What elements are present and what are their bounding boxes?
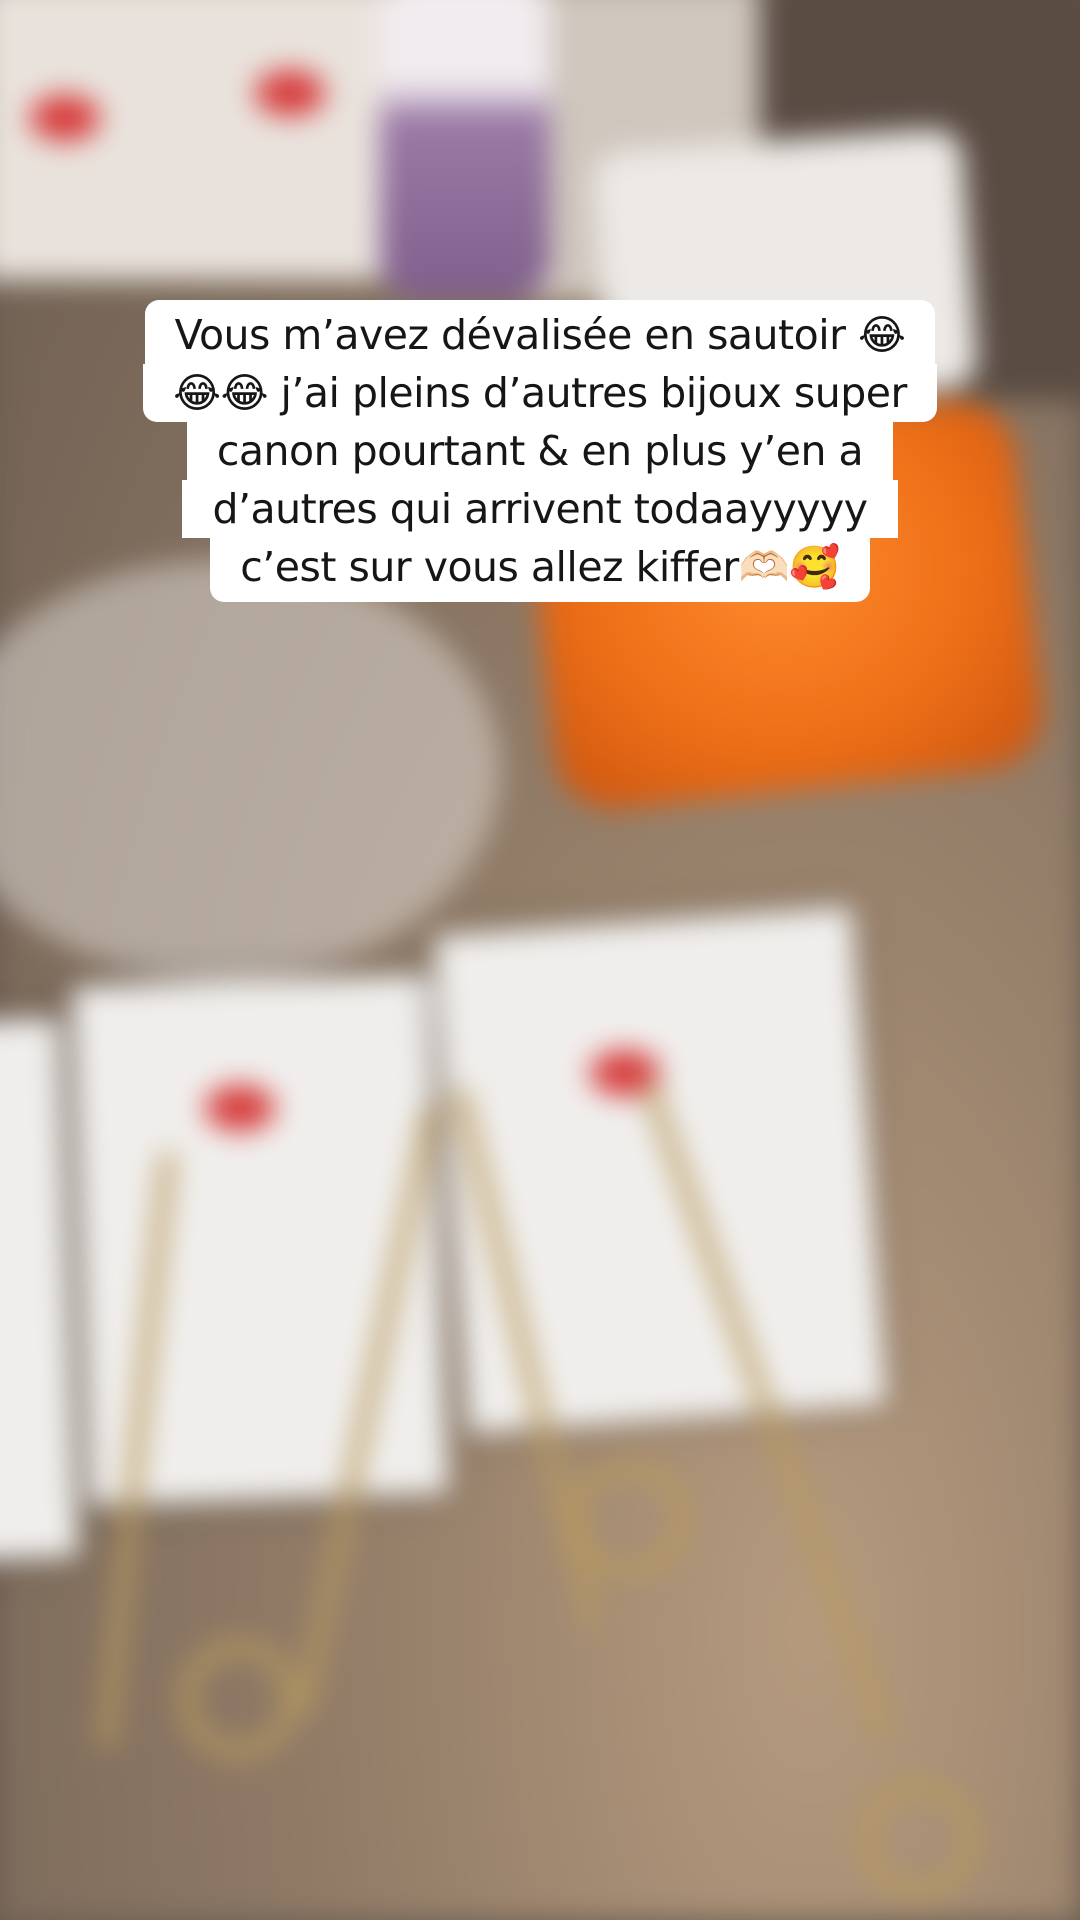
video-frame: Vous m’avez dévalisée en sautoir 😂 😂😂 j’… (0, 0, 1080, 1920)
jewelry-card (71, 973, 449, 1507)
necklace-pendant (570, 1460, 688, 1578)
glass-bowl (0, 560, 500, 980)
caption-line: canon pourtant & en plus y’en a (186, 422, 894, 480)
necklace-pendant (860, 1780, 978, 1898)
heart-logo (205, 1085, 275, 1131)
caption-line: c’est sur vous allez kiffer🫶🏻🥰 (210, 538, 870, 602)
caption-line: 😂😂 j’ai pleins d’autres bijoux super (143, 364, 937, 422)
jewelry-card (0, 1017, 80, 1563)
caption-overlay: Vous m’avez dévalisée en sautoir 😂 😂😂 j’… (0, 300, 1080, 602)
heart-logo (30, 95, 100, 141)
blurred-background-photo (0, 0, 1080, 1920)
caption-line: Vous m’avez dévalisée en sautoir 😂 (144, 300, 936, 364)
jewelry-card (433, 905, 887, 1435)
perfume-bottle (380, 0, 550, 300)
heart-logo (255, 70, 325, 116)
caption-line: d’autres qui arrivent todaayyyyy (182, 480, 898, 538)
necklace-pendant (180, 1640, 298, 1758)
